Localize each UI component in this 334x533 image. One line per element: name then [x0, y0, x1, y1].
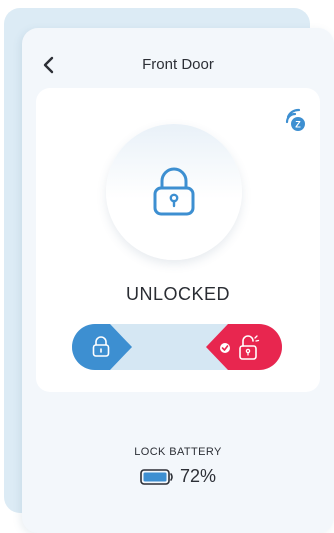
- lock-button[interactable]: [72, 324, 132, 370]
- check-icon: [220, 343, 230, 353]
- battery-label: LOCK BATTERY: [134, 446, 222, 458]
- z-wave-icon: Z: [282, 108, 308, 134]
- battery-status: 72%: [22, 466, 334, 487]
- lock-toggle-button[interactable]: [106, 124, 242, 260]
- unlock-button[interactable]: [206, 324, 282, 370]
- page-title: Front Door: [142, 56, 214, 73]
- battery-icon: [140, 468, 173, 485]
- lock-status: UNLOCKED: [125, 284, 231, 304]
- header: Front Door: [22, 50, 334, 80]
- padlock-icon: [153, 167, 195, 216]
- battery-percent: 72%: [179, 466, 217, 486]
- lock-slider[interactable]: [72, 324, 282, 370]
- lock-panel: Z UNLOCKED: [36, 88, 320, 392]
- lock-card: Front Door Z UNLOCKED LOCK BATTERY 72%: [22, 28, 334, 533]
- svg-text:Z: Z: [295, 120, 301, 130]
